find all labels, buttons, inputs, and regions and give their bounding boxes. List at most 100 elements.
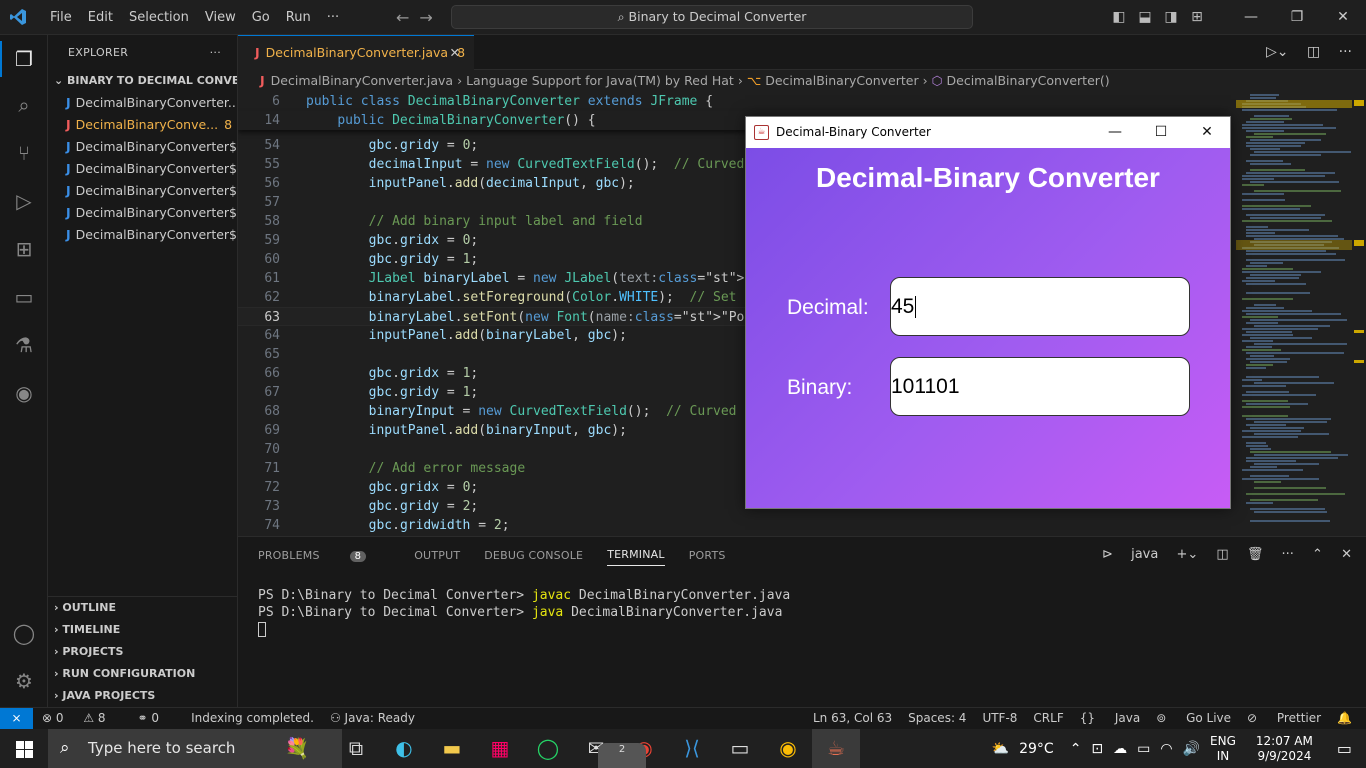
tray-app-icon[interactable]: ⊡ xyxy=(1091,741,1103,757)
tray-chevron-icon[interactable]: ⌃ xyxy=(1070,741,1082,757)
decimal-input[interactable]: 45 xyxy=(890,277,1190,336)
code-line[interactable]: 73 gbc.gridy = 2; xyxy=(238,497,478,516)
breadcrumb-file[interactable]: DecimalBinaryConverter.java xyxy=(271,73,453,88)
close-panel-icon[interactable]: ✕ xyxy=(1341,547,1352,562)
terminal-taskbar-icon[interactable]: ▭ xyxy=(716,729,764,768)
ports-status[interactable]: ⚭ 0 xyxy=(138,708,176,729)
file-item[interactable]: J DecimalBinaryConverter$... xyxy=(48,224,237,246)
trash-icon[interactable]: 🗑 xyxy=(1247,547,1264,562)
tray-cloud-icon[interactable]: ☁ xyxy=(1113,741,1127,757)
github-icon[interactable]: ◉ xyxy=(12,381,36,405)
notification-center-icon[interactable]: ▭ xyxy=(1337,739,1352,758)
tab-output[interactable]: OUTPUT xyxy=(414,549,460,562)
outline-section[interactable]: › OUTLINE xyxy=(48,597,238,619)
menu-run[interactable]: Run xyxy=(278,10,319,25)
extensions-icon[interactable]: ⊞ xyxy=(12,237,36,261)
code-line[interactable]: 57 xyxy=(238,193,306,212)
breadcrumb-method[interactable]: DecimalBinaryConverter() xyxy=(947,73,1110,88)
code-line[interactable]: 69 inputPanel.add(binaryInput, gbc); xyxy=(238,421,627,440)
folder-header[interactable]: ⌄ BINARY TO DECIMAL CONVER... xyxy=(48,70,237,92)
timeline-section[interactable]: › TIMELINE xyxy=(48,619,238,641)
breadcrumb-class[interactable]: DecimalBinaryConverter xyxy=(765,73,918,88)
microsoft-store-icon[interactable]: ▦ xyxy=(476,729,524,768)
menu-view[interactable]: View xyxy=(197,10,244,25)
search-icon[interactable]: ⌕ xyxy=(12,93,36,117)
file-item[interactable]: J DecimalBinaryConverter.... xyxy=(48,92,237,114)
cursor-position[interactable]: Ln 63, Col 63 xyxy=(813,708,892,729)
customize-layout-icon[interactable]: ⊞ xyxy=(1184,0,1210,35)
close-window-icon[interactable]: ✕ xyxy=(1320,0,1366,35)
sticky-line[interactable]: 6 public class DecimalBinaryConverter ext… xyxy=(238,92,1228,111)
file-item[interactable]: J DecimalBinaryConverter$... xyxy=(48,158,237,180)
vscode-taskbar-icon[interactable]: ⟩⟨ xyxy=(668,729,716,768)
breadcrumb-project[interactable]: Language Support for Java(TM) by Red Hat xyxy=(466,73,734,88)
battery-icon[interactable]: ▭ xyxy=(1137,741,1150,757)
menu-more[interactable]: ··· xyxy=(319,10,347,25)
toggle-sidebar-icon[interactable]: ◧ xyxy=(1106,0,1132,35)
menu-go[interactable]: Go xyxy=(244,10,278,25)
tab-terminal[interactable]: TERMINAL xyxy=(607,548,665,566)
code-line[interactable]: 55 decimalInput = new CurvedTextField();… xyxy=(238,155,744,174)
terminal-shell-selector[interactable]: ⊳ java xyxy=(1088,547,1158,562)
java-projects-section[interactable]: › JAVA PROJECTS xyxy=(48,685,238,707)
file-item[interactable]: J DecimalBinaryConverter$... xyxy=(48,136,237,158)
problems-status[interactable]: ⊗ 0 ⚠ 8 xyxy=(42,708,122,729)
code-line[interactable]: 74 gbc.gridwidth = 2; xyxy=(238,516,509,535)
tab-problems[interactable]: PROBLEMS 8 xyxy=(258,549,390,562)
code-line[interactable]: 54 gbc.gridy = 0; xyxy=(238,136,478,155)
line-ending[interactable]: CRLF xyxy=(1033,708,1063,729)
wifi-icon[interactable]: ◠ xyxy=(1160,741,1172,757)
editor-more-icon[interactable]: ··· xyxy=(1339,44,1352,60)
restore-icon[interactable]: ❐ xyxy=(1274,0,1320,35)
edge-icon[interactable]: ◐ xyxy=(380,729,428,768)
explorer-more-icon[interactable]: ··· xyxy=(210,35,221,70)
code-line[interactable]: 65 xyxy=(238,345,306,364)
go-live-button[interactable]: ⊚ Go Live xyxy=(1156,708,1231,729)
flower-widget-icon[interactable]: 💐 xyxy=(262,729,332,768)
code-line[interactable]: 56 inputPanel.add(decimalInput, gbc); xyxy=(238,174,634,193)
code-line[interactable]: 64 inputPanel.add(binaryLabel, gbc); xyxy=(238,326,627,345)
code-line[interactable]: 59 gbc.gridx = 0; xyxy=(238,231,478,250)
run-java-icon[interactable]: ▷⌄ xyxy=(1266,44,1289,60)
java-taskbar-icon[interactable]: ☕ xyxy=(812,729,860,768)
input-language[interactable]: ENG IN xyxy=(1210,734,1246,764)
split-terminal-icon[interactable]: ◫ xyxy=(1216,547,1228,562)
menu-selection[interactable]: Selection xyxy=(121,10,197,25)
toggle-panel-icon[interactable]: ⬓ xyxy=(1132,0,1158,35)
tab-ports[interactable]: PORTS xyxy=(689,549,726,562)
code-line[interactable]: 66 gbc.gridx = 1; xyxy=(238,364,478,383)
code-line[interactable]: 62 binaryLabel.setForeground(Color.WHITE… xyxy=(238,288,752,307)
code-line[interactable]: 60 gbc.gridy = 1; xyxy=(238,250,478,269)
code-line[interactable]: 61 JLabel binaryLabel = new JLabel(text:… xyxy=(238,269,830,288)
file-item[interactable]: J DecimalBinaryConverter$... xyxy=(48,202,237,224)
explorer-icon[interactable]: ❐ xyxy=(12,47,36,71)
start-button[interactable] xyxy=(0,729,48,768)
settings-gear-icon[interactable]: ⚙ xyxy=(12,669,36,693)
weather-icon[interactable]: ⛅ xyxy=(992,741,1009,757)
weather-temperature[interactable]: 29°C xyxy=(1019,741,1054,757)
chrome-icon[interactable]: ◉ xyxy=(764,729,812,768)
code-line[interactable]: 71 // Add error message xyxy=(238,459,525,478)
java-close-icon[interactable]: ✕ xyxy=(1184,117,1230,148)
file-item[interactable]: J DecimalBinaryConverter$... xyxy=(48,180,237,202)
source-control-icon[interactable]: ⑂ xyxy=(12,141,36,165)
run-debug-icon[interactable]: ▷ xyxy=(12,189,36,213)
minimap[interactable] xyxy=(1236,92,1352,536)
tab-debug-console[interactable]: DEBUG CONSOLE xyxy=(484,549,583,562)
task-view-icon[interactable]: ⧉ xyxy=(332,729,380,768)
panel-more-icon[interactable]: ··· xyxy=(1282,547,1294,562)
code-line[interactable]: 70 xyxy=(238,440,306,459)
prettier-status[interactable]: ⊘ Prettier xyxy=(1247,708,1321,729)
code-line[interactable]: 67 gbc.gridy = 1; xyxy=(238,383,478,402)
java-maximize-icon[interactable]: ☐ xyxy=(1138,117,1184,148)
split-editor-icon[interactable]: ◫ xyxy=(1307,44,1320,60)
file-item-active[interactable]: J DecimalBinaryConve... 8 xyxy=(48,114,237,136)
minimize-icon[interactable]: — xyxy=(1228,0,1274,35)
new-terminal-icon[interactable]: +⌄ xyxy=(1176,547,1198,562)
code-line[interactable]: 58 // Add binary input label and field xyxy=(238,212,642,231)
projects-section[interactable]: › PROJECTS xyxy=(48,641,238,663)
command-center-search[interactable]: ⌕ Binary to Decimal Converter xyxy=(451,5,973,29)
whatsapp-icon[interactable]: ◯ xyxy=(524,729,572,768)
remote-explorer-icon[interactable]: ▭ xyxy=(12,285,36,309)
java-window-titlebar[interactable]: ☕ Decimal-Binary Converter — ☐ ✕ xyxy=(746,117,1230,148)
